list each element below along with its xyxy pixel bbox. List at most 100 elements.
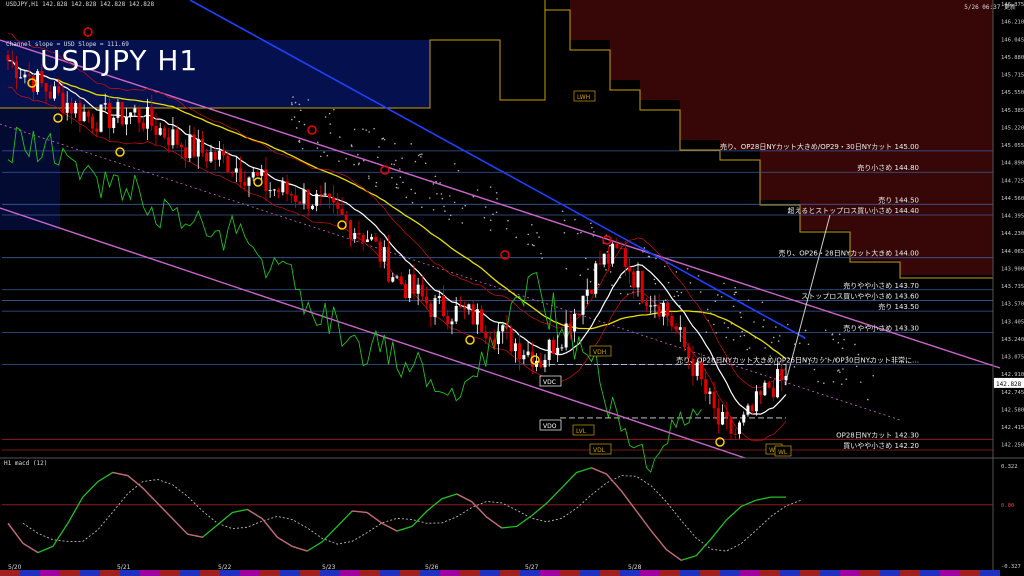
- cloud-dot: [397, 187, 399, 189]
- session-bar: [780, 570, 800, 576]
- candle-up: [36, 71, 40, 92]
- cloud-dot: [441, 197, 444, 200]
- session-bar: [340, 570, 360, 576]
- candle-down: [759, 391, 763, 396]
- candle-down: [154, 125, 158, 135]
- session-bar: [720, 570, 740, 576]
- cloud-dot: [294, 101, 297, 104]
- candle-down: [733, 433, 737, 435]
- candle-up: [19, 77, 23, 79]
- session-bar: [200, 570, 220, 576]
- session-bar: [80, 570, 100, 576]
- candle-up: [196, 138, 200, 157]
- cloud-dot: [813, 368, 816, 371]
- cloud-dot: [619, 292, 622, 295]
- candle-down: [344, 214, 348, 221]
- candle-down: [484, 331, 488, 339]
- cloud-dot: [723, 322, 726, 324]
- candle-down: [615, 243, 619, 249]
- cloud-dot: [675, 271, 678, 273]
- candle-up: [501, 325, 505, 332]
- cloud-dot: [629, 285, 632, 288]
- candle-down: [162, 128, 166, 138]
- cloud-dot: [439, 182, 441, 184]
- cloud-dot: [786, 323, 789, 326]
- cloud-dot: [301, 147, 304, 150]
- chart-title: USDJPY H1: [40, 44, 199, 77]
- candle-up: [323, 193, 327, 195]
- candle-down: [590, 289, 593, 294]
- y-tick-label: 146.045: [1001, 37, 1024, 43]
- candle-down: [357, 232, 361, 235]
- cloud-dot: [483, 216, 486, 219]
- candle-up: [602, 253, 606, 265]
- cloud-dot: [382, 137, 385, 140]
- candle-down: [69, 102, 73, 114]
- candle-down: [628, 266, 632, 272]
- candle-down: [226, 155, 230, 173]
- cloud-dot: [290, 102, 293, 104]
- cloud-dot: [538, 236, 540, 238]
- candle-up: [133, 108, 137, 113]
- x-tick-label: 5/22: [218, 564, 232, 571]
- y-tick-label: 144.725: [1001, 178, 1024, 184]
- candle-down: [120, 102, 124, 125]
- cloud-dot: [653, 278, 656, 281]
- cloud-dot: [841, 347, 844, 350]
- order-label-7: 売り 143.50: [878, 302, 919, 311]
- cloud-dot: [589, 280, 592, 283]
- session-bar: [480, 570, 500, 576]
- level-tag-vdc: VDC: [543, 379, 556, 386]
- cloud-dot: [584, 257, 587, 260]
- cloud-dot: [540, 252, 542, 255]
- cloud-dot: [353, 128, 356, 131]
- session-bar: [860, 570, 880, 576]
- cloud-dot: [395, 186, 398, 189]
- cloud-dot: [461, 222, 464, 224]
- cloud-dot: [531, 223, 533, 226]
- cloud-dot: [489, 219, 492, 222]
- cloud-dot: [807, 343, 810, 346]
- cloud-dot: [420, 156, 422, 158]
- cloud-dot: [410, 188, 412, 191]
- candle-up: [217, 150, 221, 160]
- cloud-dot: [574, 218, 576, 221]
- candle-up: [763, 382, 767, 396]
- cloud-dot: [647, 255, 650, 258]
- candle-down: [771, 387, 775, 398]
- cloud-dot: [859, 381, 862, 383]
- candle-down: [420, 284, 424, 297]
- cloud-dot: [590, 222, 592, 225]
- cloud-dot: [686, 268, 689, 270]
- cloud-dot: [476, 189, 479, 191]
- cloud-dot: [591, 226, 593, 229]
- cloud-dot: [436, 192, 438, 195]
- cloud-dot: [328, 112, 331, 115]
- cloud-dot: [857, 353, 860, 356]
- x-tick-label: 5/21: [117, 564, 131, 571]
- cloud-dot: [727, 326, 729, 329]
- session-bar: [140, 570, 160, 576]
- cloud-dot: [440, 193, 443, 195]
- candle-up: [475, 309, 479, 325]
- cloud-dot: [464, 204, 467, 207]
- cloud-dot: [417, 154, 420, 157]
- candle-up: [543, 359, 547, 368]
- session-bar: [280, 570, 300, 576]
- cloud-dot: [608, 245, 611, 247]
- cloud-dot: [365, 129, 368, 131]
- candle-up: [272, 189, 276, 191]
- cloud-dot: [775, 326, 777, 328]
- candle-down: [518, 343, 522, 360]
- candle-down: [488, 338, 492, 340]
- y-tick-label: 142.745: [1001, 390, 1024, 396]
- candle-up: [467, 304, 471, 310]
- cloud-dot: [515, 236, 517, 239]
- y-tick-label: 145.715: [1001, 73, 1024, 79]
- cloud-dot: [746, 348, 749, 351]
- candle-down: [458, 305, 462, 308]
- candle-down: [205, 152, 209, 162]
- candle-down: [780, 369, 784, 381]
- cloud-dot: [778, 335, 781, 337]
- cloud-dot: [676, 290, 678, 293]
